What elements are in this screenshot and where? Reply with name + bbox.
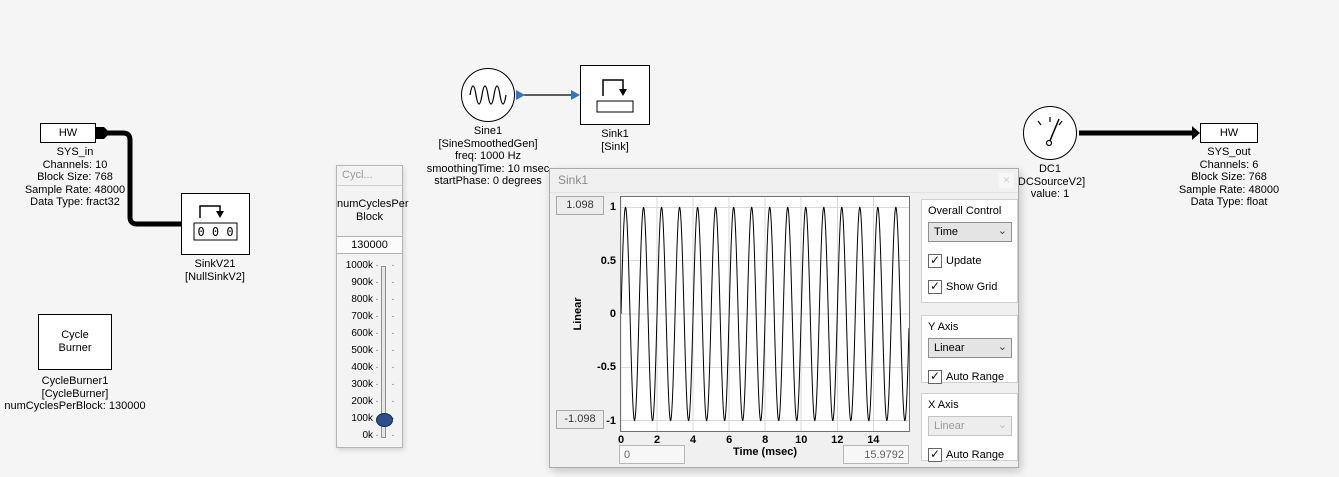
block-sinkv21[interactable]: 0 0 0 <box>181 193 250 255</box>
block-sys-out-hw[interactable]: HW <box>1200 123 1258 143</box>
y-tick-label: 0 <box>610 308 616 320</box>
cycleburner-body-label: CycleBurner <box>39 315 111 369</box>
sink1-input-port[interactable] <box>571 90 580 100</box>
slider-tick-row: 1000k·· <box>337 260 401 272</box>
x-end-input[interactable] <box>843 445 909 464</box>
y-axis-title: Linear <box>572 282 584 346</box>
slider-tick-row: 500k·· <box>337 345 401 357</box>
group-label-overall: Overall Control <box>928 205 1011 217</box>
slider-tick-row: 600k·· <box>337 328 401 340</box>
window-title: Sink1 <box>550 173 588 187</box>
chevron-down-icon: ⌄ <box>998 417 1007 433</box>
plot-area <box>620 196 910 432</box>
x-start-input[interactable] <box>619 445 685 464</box>
x-axis-scale-dropdown[interactable]: Linear ⌄ <box>928 416 1012 436</box>
x-tick-label: 10 <box>795 434 807 446</box>
y-tick-label: -1 <box>606 415 616 427</box>
x-tick-label: 6 <box>726 434 732 446</box>
slider-tick-row: 400k·· <box>337 362 401 374</box>
checkbox-icon <box>928 448 942 462</box>
y-axis-scale-dropdown[interactable]: Linear ⌄ <box>928 338 1012 358</box>
block-sys-in-hw[interactable]: HW <box>40 123 96 143</box>
overall-control-dropdown[interactable]: Time ⌄ <box>928 222 1012 242</box>
null-sink-counter: 0 0 0 <box>182 225 249 239</box>
slider-tick-row: 700k·· <box>337 311 401 323</box>
update-checkbox[interactable]: Update <box>928 254 1011 268</box>
cycleburner-caption: CycleBurner1[CycleBurner]numCyclesPerBlo… <box>0 375 150 413</box>
sink1-window: Sink1 ✕ 1.098 -1.098 Linear 10.50-0.5-1 … <box>549 168 1019 468</box>
show-grid-checkbox[interactable]: Show Grid <box>928 280 1011 294</box>
y-axis-group: Y Axis Linear ⌄ Auto Range <box>921 315 1018 383</box>
panel-title: Cycl... <box>342 169 373 181</box>
y-tick-label: 1 <box>610 201 616 213</box>
sine-plot <box>621 197 909 431</box>
panel-title-bar[interactable]: Cycl... <box>337 166 402 186</box>
slider-tick-row: 300k·· <box>337 379 401 391</box>
slider-tick-row: 900k·· <box>337 277 401 289</box>
group-label-y-axis: Y Axis <box>928 321 1011 333</box>
sine1-caption: Sine1[SineSmoothedGen]freq: 1000 Hzsmoot… <box>408 125 568 188</box>
chevron-down-icon: ⌄ <box>998 339 1007 355</box>
slider-ticks: 1000k·· 900k·· 800k·· 700k·· 600k·· 500k·· 400… <box>337 260 401 442</box>
slider-tick-row: 200k·· <box>337 396 401 408</box>
sysout-input-port[interactable] <box>1192 126 1200 140</box>
slider-param-label: numCyclesPerBlock <box>337 198 402 224</box>
overall-control-group: Overall Control Time ⌄ Update Show Grid <box>921 199 1018 303</box>
chevron-down-icon: ⌄ <box>998 223 1007 239</box>
x-tick-label: 4 <box>690 434 696 446</box>
block-cycleburner[interactable]: CycleBurner <box>38 314 112 370</box>
block-dc1[interactable] <box>1023 106 1077 160</box>
sink1-caption: Sink1[Sink] <box>555 128 675 153</box>
null-sink-icon <box>182 194 249 254</box>
slider-tick-row: 800k·· <box>337 294 401 306</box>
sys-in-caption: SYS_inChannels: 10Block Size: 768Sample … <box>8 146 142 209</box>
x-axis-group: X Axis Linear ⌄ Auto Range <box>921 393 1018 461</box>
block-sine1[interactable] <box>461 68 515 122</box>
cycleburner-inspector-panel: Cycl... numCyclesPerBlock 130000 1000k··… <box>336 165 403 448</box>
sink-icon <box>581 66 649 124</box>
meter-icon <box>1024 107 1076 159</box>
sysin-output-port[interactable] <box>96 127 110 139</box>
audio-weaver-canvas: HW SYS_inChannels: 10Block Size: 768Samp… <box>0 0 1339 477</box>
x-tick-label: 12 <box>831 434 843 446</box>
sys-out-caption: SYS_outChannels: 6Block Size: 768Sample … <box>1164 146 1294 209</box>
y-tick-label: -0.5 <box>597 361 616 373</box>
slider-handle[interactable] <box>376 413 393 427</box>
sinkv21-caption: SinkV21[NullSinkV2] <box>150 258 280 283</box>
window-title-bar[interactable]: Sink1 ✕ <box>550 169 1018 193</box>
y-auto-range-checkbox[interactable]: Auto Range <box>928 370 1011 384</box>
y-tick-label: 0.5 <box>601 255 616 267</box>
checkbox-icon <box>928 280 942 294</box>
group-label-x-axis: X Axis <box>928 399 1011 411</box>
slider-tick-row: 0k·· <box>337 430 401 442</box>
x-auto-range-checkbox[interactable]: Auto Range <box>928 448 1011 462</box>
block-sink1[interactable] <box>580 65 650 125</box>
x-tick-label: 8 <box>762 434 768 446</box>
checkbox-icon <box>928 254 942 268</box>
sine1-output-port[interactable] <box>516 90 525 100</box>
plot-y-ticks: 1 0.5 0 -0.5 -1 <box>588 197 616 431</box>
slider-value-readout[interactable]: 130000 <box>337 236 402 254</box>
checkbox-icon <box>928 370 942 384</box>
sine-wave-icon <box>462 69 514 121</box>
close-button[interactable]: ✕ <box>999 173 1014 188</box>
